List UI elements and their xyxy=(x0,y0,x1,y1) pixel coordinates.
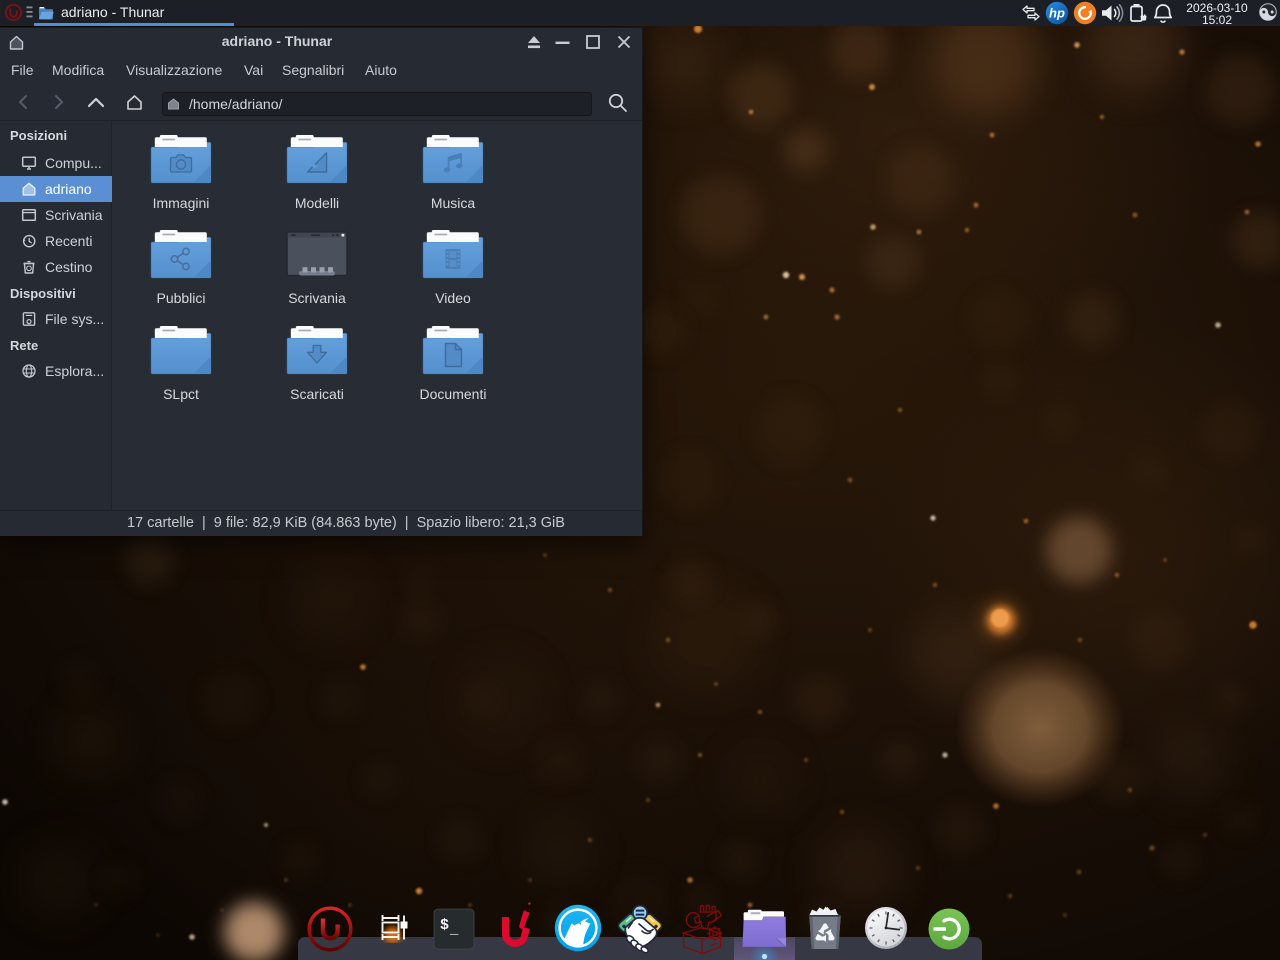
svg-text:_: _ xyxy=(449,922,459,938)
svg-text:hp: hp xyxy=(1049,6,1065,21)
svg-text:$: $ xyxy=(440,917,449,934)
